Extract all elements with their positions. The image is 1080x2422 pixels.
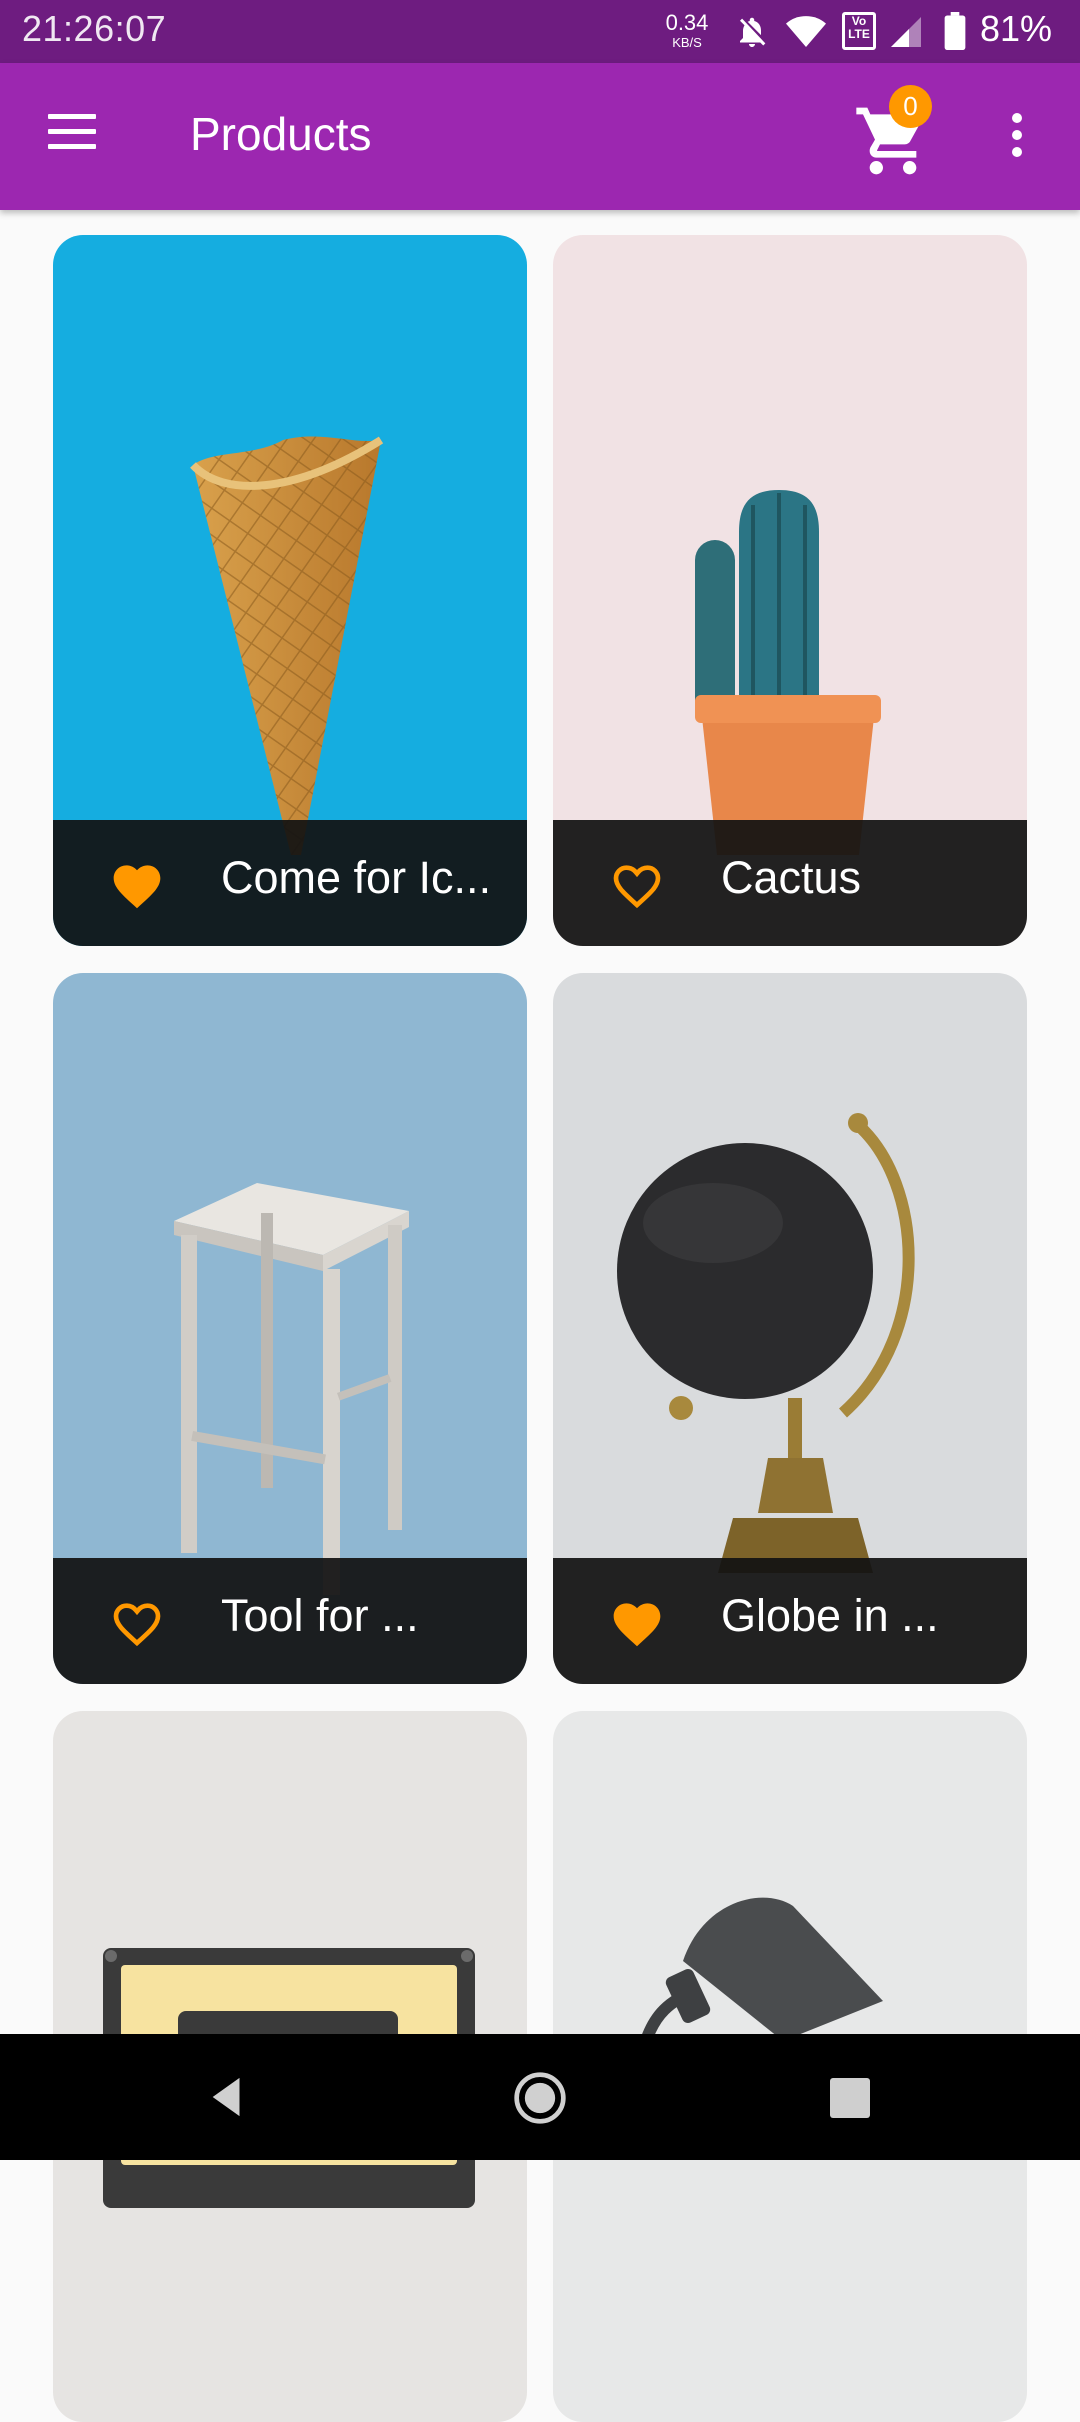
battery-percent: 81% [980, 8, 1053, 49]
back-icon[interactable] [205, 2074, 251, 2120]
favorite-filled-icon[interactable] [609, 1596, 665, 1648]
product-card[interactable]: Globe in ... [553, 973, 1027, 1684]
product-name: Come for Ic... [221, 852, 492, 903]
product-name: Globe in ... [721, 1590, 939, 1641]
menu-icon-line [48, 144, 96, 149]
menu-icon-line [48, 129, 96, 134]
recents-icon[interactable] [830, 2078, 870, 2118]
product-caption: Cactus [553, 820, 1027, 946]
menu-icon[interactable] [42, 112, 102, 162]
more-dot [1012, 147, 1022, 157]
product-card[interactable]: Cactus [553, 235, 1027, 946]
favorite-filled-icon[interactable] [109, 858, 165, 910]
volte-bottom: LTE [848, 27, 870, 41]
volte-icon: Vo LTE [842, 12, 876, 50]
product-card[interactable]: Tool for ... [53, 973, 527, 1684]
product-card[interactable]: Come for Ic... [53, 235, 527, 946]
page-title: Products [190, 108, 372, 160]
network-speed: 0.34 KB/S [662, 10, 712, 50]
favorite-border-icon[interactable] [609, 858, 665, 910]
status-bar: 21:26:07 0.34 KB/S Vo LTE 81% [0, 0, 1080, 63]
product-caption: Come for Ic... [53, 820, 527, 946]
volte-top: Vo [851, 14, 867, 28]
navigation-bar [0, 2034, 1080, 2160]
product-name: Cactus [721, 852, 862, 903]
battery-icon [944, 12, 966, 50]
network-speed-value: 0.34 [665, 10, 709, 35]
menu-icon-line [48, 114, 96, 119]
more-dot [1012, 130, 1022, 140]
signal-icon [891, 17, 921, 47]
favorite-border-icon[interactable] [109, 1596, 165, 1648]
app-bar: Products 0 [0, 63, 1080, 210]
mute-bell-icon [740, 17, 766, 47]
more-dot [1012, 113, 1022, 123]
product-name: Tool for ... [221, 1590, 419, 1641]
product-caption: Globe in ... [553, 1558, 1027, 1684]
wifi-icon [786, 16, 826, 47]
home-icon[interactable] [512, 2070, 568, 2126]
cart-count-badge: 0 [889, 85, 932, 128]
product-caption: Tool for ... [53, 1558, 527, 1684]
network-speed-unit: KB/S [672, 35, 702, 50]
more-vert-icon[interactable] [1000, 113, 1034, 167]
status-time: 21:26:07 [22, 8, 167, 49]
